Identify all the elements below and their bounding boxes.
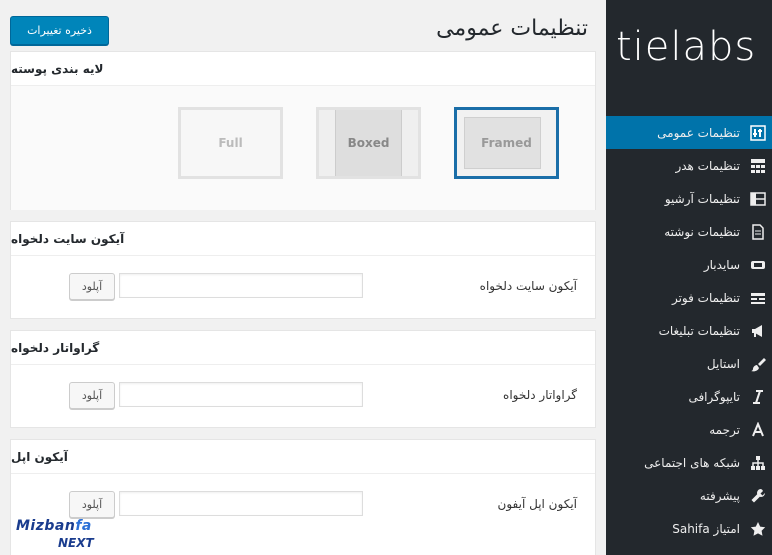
post-icon [748, 222, 768, 242]
gravatar-field-label: گراواتار دلخواه [503, 388, 577, 402]
sidebar-item-advanced[interactable]: پیشرفته [606, 479, 772, 512]
watermark-sub: NEXT [58, 536, 94, 550]
archive-icon [748, 189, 768, 209]
sitemap-icon [748, 453, 768, 473]
gravatar-field-row: گراواتار دلخواه آپلود [11, 365, 595, 429]
sidebar-icon [748, 255, 768, 275]
favicon-upload-button[interactable]: آپلود [69, 273, 115, 300]
sidebar-item-label: پیشرفته [699, 488, 740, 503]
sidebar-item-label: ترجمه [709, 422, 740, 437]
page-title: تنظیمات عمومی [436, 16, 588, 41]
layout-option-framed[interactable]: Framed [454, 107, 559, 179]
save-changes-button[interactable]: ذخیره تغییرات [10, 16, 109, 45]
sidebar: tielabs تنظیمات عمومی تنظیمات هدر تنظیما… [606, 0, 772, 555]
footer-icon [748, 288, 768, 308]
translate-icon [748, 420, 768, 440]
header-icon [748, 156, 768, 176]
sidebar-item-rating[interactable]: امتیاز Sahifa [606, 512, 772, 545]
settings-icon [748, 123, 768, 143]
sidebar-item-label: تنظیمات هدر [675, 158, 740, 173]
layout-option-full[interactable]: Full [178, 107, 283, 179]
gravatar-upload-button[interactable]: آپلود [69, 382, 115, 409]
sidebar-item-label: تنظیمات عمومی [657, 125, 740, 140]
sidebar-item-general[interactable]: تنظیمات عمومی [606, 116, 772, 149]
tielabs-logo: tielabs [614, 24, 766, 70]
apple-icon-url-input[interactable] [119, 491, 363, 516]
sidebar-item-label: امتیاز Sahifa [672, 521, 740, 536]
gravatar-section-heading: گراواتار دلخواه [11, 331, 595, 365]
apple-icon-section-heading: آیکون اپل [11, 440, 595, 474]
sidebar-item-label: تنظیمات فوتر [671, 290, 740, 305]
megaphone-icon [748, 321, 768, 341]
sidebar-item-label: استایل [706, 356, 740, 371]
star-icon [748, 519, 768, 539]
brush-icon [748, 354, 768, 374]
main-content: ذخیره تغییرات تنظیمات عمومی لایه بندی پو… [0, 0, 606, 555]
watermark-brand-b: fa [75, 518, 92, 534]
layout-section-heading: لایه بندی پوسته [11, 52, 595, 86]
favicon-section: آیکون سایت دلخواه آیکون سایت دلخواه آپلو… [10, 221, 596, 319]
italic-icon [748, 387, 768, 407]
sidebar-item-style[interactable]: استایل [606, 347, 772, 380]
sidebar-item-typography[interactable]: تایپوگرافی [606, 380, 772, 413]
sidebar-item-label: سایدبار [703, 257, 740, 272]
layout-option-boxed-label: Boxed [347, 136, 390, 150]
favicon-url-input[interactable] [119, 273, 363, 298]
apple-icon-upload-button[interactable]: آپلود [69, 491, 115, 518]
sidebar-item-label: تنظیمات آرشیو [664, 191, 740, 206]
layout-option-framed-label: Framed [481, 136, 532, 150]
sidebar-item-post[interactable]: تنظیمات نوشته [606, 215, 772, 248]
gravatar-url-input[interactable] [119, 382, 363, 407]
sidebar-item-label: تایپوگرافی [688, 389, 740, 404]
sidebar-item-ads[interactable]: تنظیمات تبلیغات [606, 314, 772, 347]
layout-option-boxed[interactable]: Boxed [316, 107, 421, 179]
sidebar-item-label: تنظیمات تبلیغات [658, 323, 740, 338]
watermark-logo: Mizbanfa NEXT [16, 518, 102, 552]
wrench-icon [748, 486, 768, 506]
sidebar-item-label: تنظیمات نوشته [664, 224, 740, 239]
layout-options: Full Boxed Framed [11, 86, 595, 210]
favicon-section-heading: آیکون سایت دلخواه [11, 222, 595, 256]
gravatar-section: گراواتار دلخواه گراواتار دلخواه آپلود [10, 330, 596, 428]
watermark-brand-a: Mizban [16, 518, 76, 534]
favicon-field-row: آیکون سایت دلخواه آپلود [11, 256, 595, 320]
sidebar-item-translation[interactable]: ترجمه [606, 413, 772, 446]
apple-icon-field-label: آیکون اپل آیفون [497, 497, 577, 511]
sidebar-nav: تنظیمات عمومی تنظیمات هدر تنظیمات آرشیو … [606, 116, 772, 545]
sidebar-item-social[interactable]: شبکه های اجتماعی [606, 446, 772, 479]
sidebar-item-sidebar[interactable]: سایدبار [606, 248, 772, 281]
favicon-field-label: آیکون سایت دلخواه [479, 279, 577, 293]
logo-text: tielabs [616, 24, 756, 68]
sidebar-item-header[interactable]: تنظیمات هدر [606, 149, 772, 182]
sidebar-item-label: شبکه های اجتماعی [644, 455, 740, 470]
layout-option-full-label: Full [218, 136, 243, 150]
sidebar-item-footer[interactable]: تنظیمات فوتر [606, 281, 772, 314]
sidebar-item-archive[interactable]: تنظیمات آرشیو [606, 182, 772, 215]
layout-section: لایه بندی پوسته Full Boxed Framed [10, 51, 596, 210]
